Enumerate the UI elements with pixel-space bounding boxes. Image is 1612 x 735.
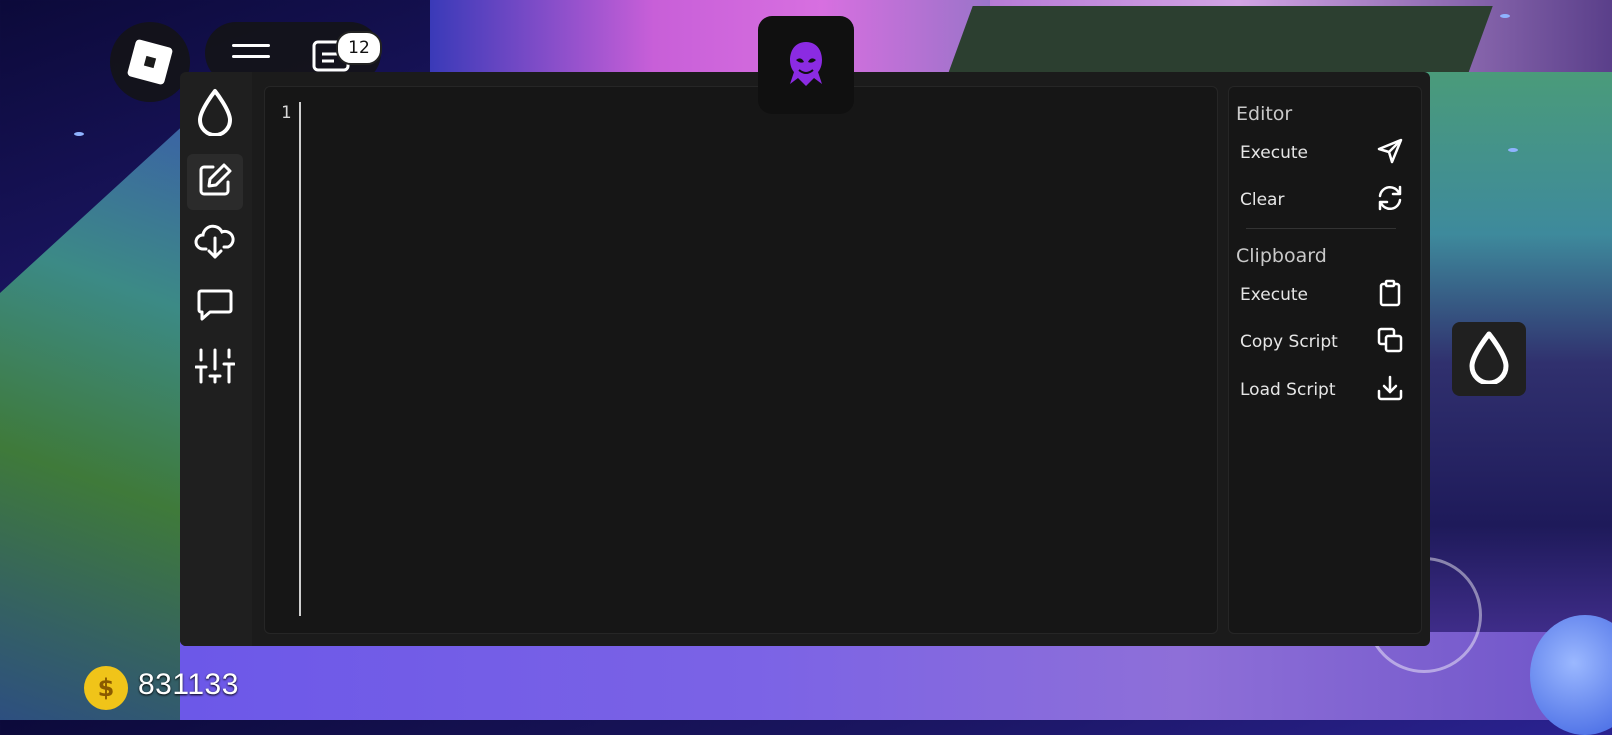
roblox-logo-icon <box>126 38 174 86</box>
edit-icon <box>196 161 234 203</box>
droplet-logo-icon <box>195 88 235 140</box>
gutter-divider <box>299 102 301 616</box>
notification-badge: 12 <box>336 31 382 65</box>
send-icon <box>1376 137 1404 170</box>
star-particle <box>74 132 84 136</box>
rail-item-scripts[interactable] <box>187 216 243 272</box>
copy-icon <box>1376 326 1404 359</box>
load-script-label: Load Script <box>1240 380 1336 400</box>
download-icon <box>1376 374 1404 407</box>
rail-logo[interactable] <box>187 86 243 142</box>
clipboard-icon <box>1376 279 1404 312</box>
code-editor[interactable] <box>264 86 1218 634</box>
coin-icon: $ <box>84 666 128 710</box>
hooded-ghost-icon <box>784 38 828 92</box>
rail-item-editor[interactable] <box>187 154 243 210</box>
executor-avatar-button[interactable] <box>758 16 854 114</box>
game-scene-top <box>430 0 990 72</box>
copy-script-label: Copy Script <box>1240 332 1338 352</box>
droplet-icon <box>1467 330 1511 388</box>
toggle-executor-button[interactable] <box>1452 322 1526 396</box>
clipboard-execute-button[interactable]: Execute <box>1240 275 1404 315</box>
refresh-icon <box>1376 184 1404 217</box>
chat-icon <box>196 285 234 327</box>
clear-button[interactable]: Clear <box>1240 180 1404 220</box>
section-title-clipboard: Clipboard <box>1236 245 1327 267</box>
star-particle <box>1508 148 1518 152</box>
execute-label: Execute <box>1240 143 1308 163</box>
copy-script-button[interactable]: Copy Script <box>1240 322 1404 362</box>
load-script-button[interactable]: Load Script <box>1240 370 1404 410</box>
game-terrain-left <box>0 110 200 720</box>
roblox-menu-button[interactable] <box>110 22 190 102</box>
star-particle <box>1500 14 1510 18</box>
sliders-icon <box>194 347 236 389</box>
clipboard-execute-label: Execute <box>1240 285 1308 305</box>
section-title-editor: Editor <box>1236 103 1293 125</box>
execute-button[interactable]: Execute <box>1240 133 1404 173</box>
coin-count: 831133 <box>138 668 239 701</box>
hamburger-menu-icon[interactable] <box>232 44 270 66</box>
section-divider <box>1246 228 1396 229</box>
line-number: 1 <box>281 103 292 123</box>
clear-label: Clear <box>1240 190 1285 210</box>
cloud-download-icon <box>194 223 236 265</box>
game-wall <box>947 6 1493 76</box>
rail-item-chat[interactable] <box>187 278 243 334</box>
rail-item-settings[interactable] <box>187 340 243 396</box>
